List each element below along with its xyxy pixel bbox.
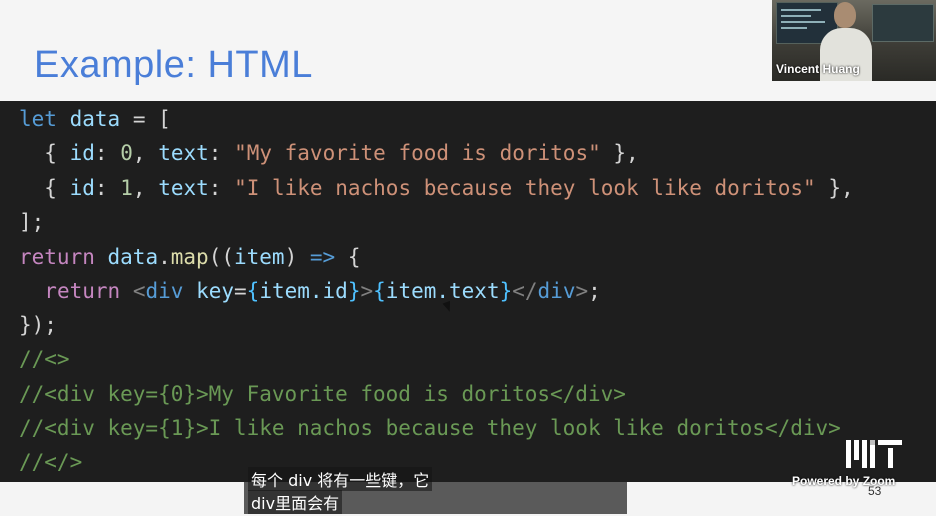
code-line-5: return data.map((item) => { [19,245,361,269]
comment-line-1: //<> [19,347,70,371]
participant-video[interactable]: Vincent Huang [772,0,936,81]
mit-logo-icon [846,440,902,468]
code-line-6: return <div key={item.id}>{item.text}</d… [44,279,601,303]
code-block: let data = [ { id: 0, text: "My favorite… [0,101,936,482]
code-line-4: ]; [19,210,45,234]
participant-head [834,2,856,28]
subtitle-line-1: 每个 div 将有一些键，它 [248,467,433,491]
subtitle-line-2: div里面会有 [248,490,343,514]
participant-name: Vincent Huang [776,62,860,76]
slide-title: Example: HTML [34,44,313,86]
comment-line-4: //</> [19,450,83,474]
comment-line-2: //<div key={0}>My Favorite food is dorit… [19,382,626,406]
code-line-3: { id: 1, text: "I like nachos because th… [44,176,854,200]
code-line-1: let data = [ [19,107,171,131]
comment-line-3: //<div key={1}>I like nachos because the… [19,416,841,440]
code-line-2: { id: 0, text: "My favorite food is dori… [44,141,639,165]
page-number: 53 [868,484,882,498]
video-monitor-right [872,4,934,42]
code-line-7: }); [19,313,57,337]
